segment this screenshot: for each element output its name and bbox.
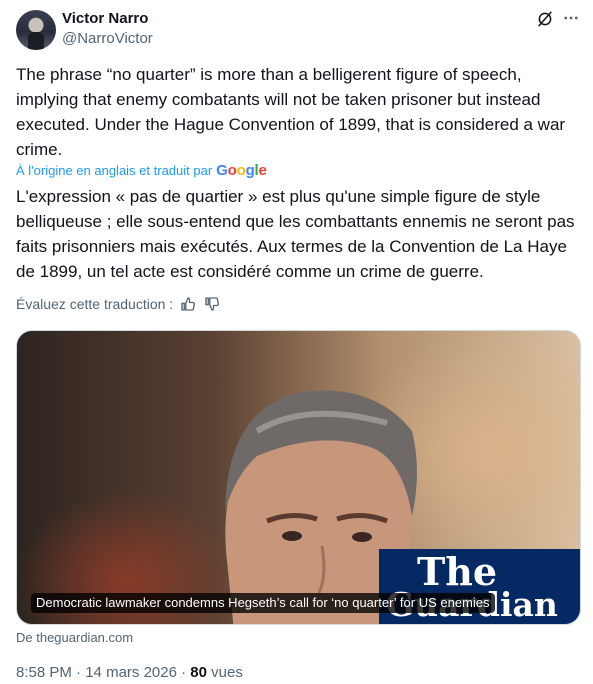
translation-note-text: À l'origine en anglais et traduit par xyxy=(16,163,213,178)
meta-separator-2: · xyxy=(181,664,187,681)
card-source-link[interactable]: De theguardian.com xyxy=(16,629,133,647)
translation-note[interactable]: À l'origine en anglais et traduit par Go… xyxy=(16,162,267,180)
tweet-original-text: The phrase “no quarter” is more than a b… xyxy=(16,65,566,159)
card-caption: Democratic lawmaker condemns Hegseth’s c… xyxy=(31,593,495,613)
rate-translation-label: Évaluez cette traduction : xyxy=(16,296,174,312)
author-name[interactable]: Victor Narro xyxy=(62,9,148,29)
views-count: 80 xyxy=(190,664,207,681)
link-card[interactable]: The Guardian Democratic lawmaker condemn… xyxy=(16,330,581,625)
meta-separator: · xyxy=(76,664,82,681)
guardian-logo: The Guardian xyxy=(379,549,580,624)
thumbs-down-icon[interactable] xyxy=(203,295,221,313)
tweet-date[interactable]: 14 mars 2026 xyxy=(85,664,177,681)
views-label: vues xyxy=(211,664,243,681)
author-handle[interactable]: @NarroVictor xyxy=(62,29,153,49)
tweet-metadata: 8:58 PM · 14 mars 2026 · 80 vues xyxy=(16,663,243,683)
more-icon[interactable] xyxy=(562,9,580,27)
grok-icon[interactable] xyxy=(536,10,554,28)
google-logo: Google xyxy=(216,162,267,179)
thumbs-up-icon[interactable] xyxy=(179,295,197,313)
author-avatar[interactable] xyxy=(16,10,56,50)
tweet-translated-text: L'expression « pas de quartier » est plu… xyxy=(16,187,575,281)
tweet-time[interactable]: 8:58 PM xyxy=(16,664,72,681)
rate-translation: Évaluez cette traduction : xyxy=(16,295,221,313)
